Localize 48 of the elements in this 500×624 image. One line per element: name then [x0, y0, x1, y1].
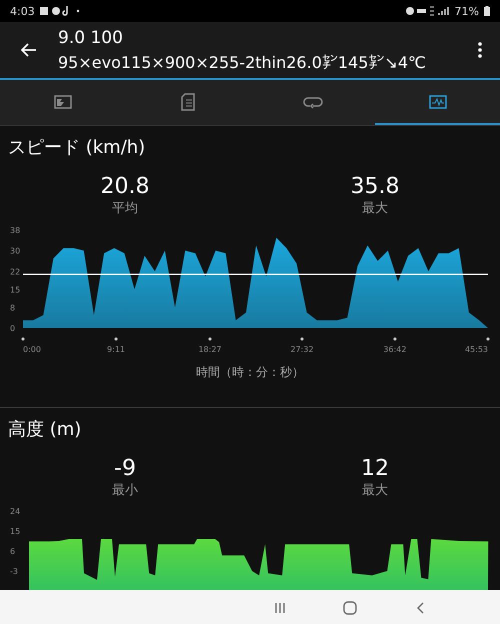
- stat-value: 35.8: [350, 174, 400, 200]
- y-tick-label: 30: [10, 246, 20, 256]
- y-tick-label: 0: [10, 324, 16, 333]
- image-icon: [54, 94, 72, 108]
- stat-value: 20.8: [100, 174, 150, 200]
- tick-dot: [114, 338, 118, 340]
- x-tick-label: 18:27: [198, 345, 222, 354]
- stat-value: 12: [361, 456, 389, 482]
- section-title: 高度 (m): [7, 418, 82, 442]
- stat-label: 平均: [112, 200, 138, 218]
- y-tick-label: 6: [10, 547, 16, 556]
- system-status-icons: [406, 6, 450, 16]
- document-icon: [180, 92, 194, 110]
- y-tick-label: 15: [10, 527, 20, 536]
- tick-dot: [393, 338, 396, 340]
- tick-dot: [300, 338, 304, 340]
- x-tick-label: 27:32: [290, 345, 314, 354]
- y-tick-label: 22: [10, 267, 20, 276]
- section-title: スピード (km/h): [7, 136, 146, 160]
- x-tick-label: 0:00: [23, 345, 41, 354]
- chart-icon: [428, 94, 446, 108]
- y-tick-label: 24: [10, 507, 20, 516]
- tick-dot: [22, 338, 24, 340]
- tick-dot: [486, 338, 490, 340]
- battery-icon: [484, 6, 490, 16]
- x-tick-label: 45:53: [464, 345, 488, 354]
- y-tick-label: -3: [10, 567, 18, 576]
- stat-value: -9: [114, 456, 136, 482]
- battery-percent: 71%: [454, 4, 479, 18]
- y-tick-label: 8: [10, 303, 16, 312]
- axis-title: 時間（時：分：秒）: [196, 364, 304, 381]
- x-tick-label: 9:11: [107, 345, 126, 354]
- back-arrow-icon: [21, 43, 37, 57]
- more-icon: [478, 42, 482, 58]
- stat-label: 最大: [362, 200, 388, 218]
- home-icon: [343, 601, 357, 615]
- loop-icon: [302, 94, 322, 108]
- back-chevron-icon: [416, 602, 424, 614]
- activity-subtitle: 95×evo115×900×255-2thin26.0㌢145㌢↘4℃: [58, 52, 427, 72]
- y-tick-label: 15: [10, 285, 20, 294]
- y-tick-label: 38: [10, 226, 20, 235]
- activity-title: 9.0 100: [58, 28, 124, 48]
- x-tick-label: 36:42: [383, 345, 406, 354]
- status-time: 4:03: [10, 4, 35, 18]
- stat-label: 最大: [362, 482, 388, 500]
- stat-label: 最小: [112, 482, 138, 500]
- tick-dot: [208, 338, 212, 340]
- recent-apps-icon: [274, 602, 286, 614]
